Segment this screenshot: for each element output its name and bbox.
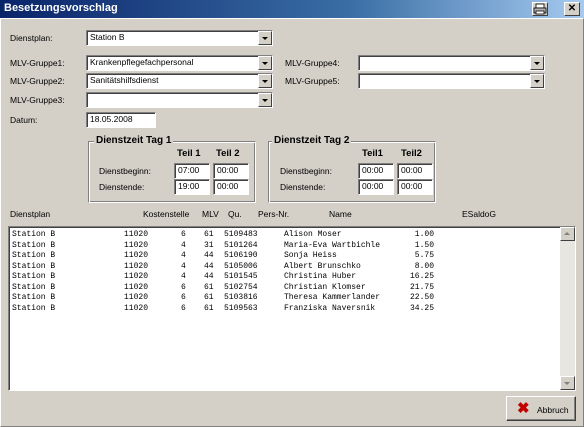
mlv2-value: Sanitätshilfsdienst — [90, 75, 159, 85]
mlv4-select[interactable] — [358, 55, 545, 71]
header-dienstplan: Dienstplan — [10, 209, 51, 219]
abbruch-button[interactable]: ✖ Abbruch — [506, 396, 576, 421]
header-esaldog: ESaldoG — [462, 209, 497, 219]
mlv3-label: MLV-Gruppe3: — [10, 95, 65, 105]
list-item[interactable]: Station B 11020 4 44 5106190 Sonja Heiss 5.75 — [9, 251, 559, 262]
mlv1-value: Krankenpflegefachpersonal — [90, 57, 194, 67]
dienstzeit-tag1-title: Dienstzeit Tag 1 — [94, 135, 174, 146]
vertical-scrollbar[interactable] — [560, 227, 575, 390]
tag2-beginn-teil1-input[interactable]: 00:00 — [358, 163, 394, 179]
chevron-down-icon[interactable] — [258, 74, 272, 88]
mlv2-select[interactable]: Sanitätshilfsdienst — [86, 73, 273, 89]
mlv4-label: MLV-Gruppe4: — [285, 58, 340, 68]
datum-input[interactable]: 18.05.2008 — [86, 112, 156, 128]
title-bar[interactable]: Besetzungsvorschlag ✕ — [0, 0, 584, 18]
mlv2-label: MLV-Gruppe2: — [10, 76, 65, 86]
mlv5-label: MLV-Gruppe5: — [285, 76, 340, 86]
list-item[interactable]: Station B 11020 6 61 5109483 Alison Moser 1.00 — [9, 230, 559, 241]
dienstplan-select[interactable]: Station B — [86, 30, 273, 46]
tag1-beginn-label: Dienstbeginn: — [99, 166, 151, 176]
dienstplan-value: Station B — [90, 32, 125, 42]
scroll-down-icon[interactable] — [560, 376, 575, 390]
chevron-down-icon[interactable] — [530, 74, 544, 88]
tag1-ende-label: Dienstende: — [99, 182, 145, 192]
tag1-beginn-teil2-input[interactable]: 00:00 — [213, 163, 249, 179]
list-item[interactable]: Station B 11020 4 44 5105006 Albert Brunschko… — [9, 262, 559, 273]
mlv1-select[interactable]: Krankenpflegefachpersonal — [86, 55, 273, 71]
header-name: Name — [329, 209, 352, 219]
chevron-down-icon[interactable] — [258, 56, 272, 70]
tag1-teil1-header: Teil 1 — [177, 148, 201, 159]
scroll-up-icon[interactable] — [560, 227, 575, 241]
header-mlv: MLV — [202, 209, 219, 219]
list-item[interactable]: Station B 11020 6 61 5102754 Christian Klomse… — [9, 283, 559, 294]
mlv3-select[interactable] — [86, 92, 273, 108]
chevron-down-icon[interactable] — [258, 31, 272, 45]
dienstplan-label: Dienstplan: — [10, 33, 53, 43]
tag2-beginn-label: Dienstbeginn: — [280, 166, 332, 176]
tag2-ende-teil2-input[interactable]: 00:00 — [397, 179, 433, 195]
tag2-teil2-header: Teil2 — [401, 148, 422, 159]
tag1-beginn-teil1-input[interactable]: 07:00 — [174, 163, 210, 179]
list-item[interactable]: Station B 11020 4 44 5101545 Christina Huber 1… — [9, 272, 559, 283]
chevron-down-icon[interactable] — [258, 93, 272, 107]
datum-label: Datum: — [10, 115, 38, 125]
window-title: Besetzungsvorschlag — [4, 2, 118, 14]
tag1-ende-teil2-input[interactable]: 00:00 — [213, 179, 249, 195]
tag2-ende-teil1-input[interactable]: 00:00 — [358, 179, 394, 195]
dienstzeit-tag2-title: Dienstzeit Tag 2 — [272, 135, 352, 146]
chevron-down-icon[interactable] — [530, 56, 544, 70]
abbruch-label: Abbruch — [537, 405, 569, 415]
tag2-teil1-header: Teil1 — [362, 148, 383, 159]
employee-list[interactable]: Station B 11020 6 61 5109483 Alison Moser 1.00… — [8, 226, 576, 391]
header-qu: Qu. — [228, 209, 242, 219]
list-item[interactable]: Station B 11020 6 61 5109563 Franziska Navers… — [9, 304, 559, 315]
tag1-teil2-header: Teil 2 — [216, 148, 240, 159]
tag1-ende-teil1-input[interactable]: 19:00 — [174, 179, 210, 195]
close-glyph: ✕ — [567, 3, 577, 14]
x-cancel-icon: ✖ — [517, 400, 530, 417]
close-icon[interactable]: ✕ — [564, 2, 580, 16]
header-persnr: Pers-Nr. — [258, 209, 290, 219]
list-item[interactable]: Station B 11020 6 61 5103816 Theresa Kammerla… — [9, 293, 559, 304]
tag2-ende-label: Dienstende: — [280, 182, 326, 192]
printer-icon[interactable] — [532, 2, 548, 16]
mlv1-label: MLV-Gruppe1: — [10, 58, 65, 68]
list-item[interactable]: Station B 11020 4 31 5101264 Maria-Eva Wartbi… — [9, 241, 559, 252]
header-kostenstelle: Kostenstelle — [143, 209, 190, 219]
tag2-beginn-teil2-input[interactable]: 00:00 — [397, 163, 433, 179]
mlv5-select[interactable] — [358, 73, 545, 89]
